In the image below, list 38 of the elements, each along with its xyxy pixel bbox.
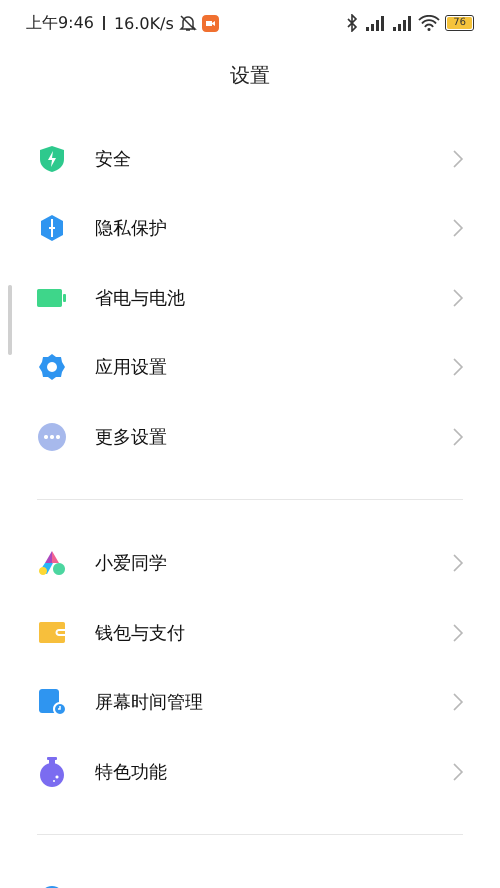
assistant-icon: [38, 550, 66, 576]
hexagon-icon: [39, 214, 65, 242]
clock-text: 上午9:46: [26, 12, 94, 34]
item-label[interactable]: 安全: [95, 146, 453, 171]
chevron-icon: [453, 219, 463, 238]
video-record-icon: [202, 14, 219, 32]
item-label[interactable]: 更多设置: [95, 424, 453, 449]
battery-indicator: 76: [445, 15, 474, 31]
chevron-icon: [453, 693, 463, 712]
bluetooth-icon: [345, 14, 360, 32]
gear-icon: [38, 353, 66, 382]
item-label[interactable]: 小爱同学: [95, 551, 453, 576]
item-label[interactable]: 省电与电池: [95, 286, 453, 310]
chevron-icon: [453, 428, 463, 446]
signal-icon: [391, 15, 414, 31]
chevron-icon: [453, 762, 463, 781]
more-icon: [38, 422, 66, 451]
signal-icon: [364, 15, 386, 31]
item-label[interactable]: 应用设置: [95, 355, 453, 380]
scroll-indicator: [8, 285, 12, 355]
chevron-icon: [453, 358, 463, 376]
chevron-icon: [453, 624, 463, 642]
network-speed-text: 16.0K/s: [114, 14, 174, 32]
chevron-icon: [453, 288, 463, 307]
wallet-icon: [39, 622, 65, 644]
battery-icon: [37, 288, 67, 308]
item-label[interactable]: 钱包与支付: [95, 620, 453, 645]
chevron-icon: [453, 150, 463, 168]
item-label[interactable]: 特色功能: [95, 760, 453, 784]
screen-time-icon: [38, 688, 66, 716]
item-label[interactable]: 隐私保护: [95, 216, 453, 240]
muted-bell-icon: [178, 14, 197, 32]
wifi-icon: [418, 15, 440, 31]
chevron-icon: [453, 554, 463, 572]
item-label[interactable]: 屏幕时间管理: [95, 690, 453, 714]
page-title: 设置: [230, 62, 270, 88]
flask-icon: [39, 756, 65, 787]
shield-icon: [39, 144, 65, 173]
